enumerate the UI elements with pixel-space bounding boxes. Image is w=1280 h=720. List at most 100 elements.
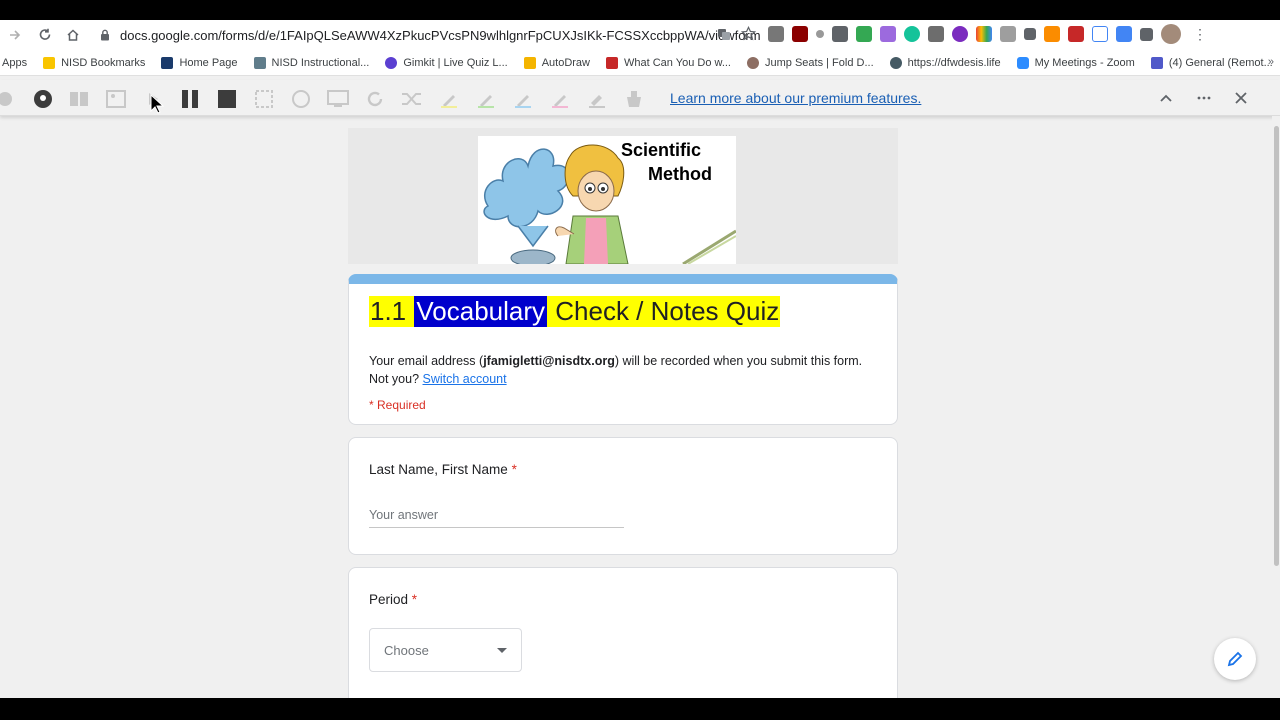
bookmark-label: (4) General (Remot... — [1168, 56, 1273, 69]
extension-icon-5[interactable] — [856, 26, 872, 42]
home-icon[interactable] — [60, 22, 86, 48]
extension-icon-7[interactable] — [904, 26, 920, 42]
extension-icon-6[interactable] — [880, 26, 896, 42]
browser-menu-icon[interactable]: ⋮ — [1193, 26, 1207, 43]
shuffle-icon[interactable] — [401, 88, 423, 110]
bookmark-favicon — [889, 56, 902, 69]
extension-icon-15[interactable] — [1092, 26, 1108, 42]
title-part-1: 1.1 — [369, 296, 415, 327]
required-note: * Required — [369, 398, 426, 412]
extension-icon-4[interactable] — [832, 26, 848, 42]
extension-icon-8[interactable] — [928, 26, 944, 42]
screenshot-reader-icon[interactable] — [253, 88, 275, 110]
bookmarks-bar: Apps NISD Bookmarks Home Page NISD Instr… — [0, 50, 1280, 76]
extension-icons: ⋮ — [768, 24, 1207, 44]
bookmark-label: Home Page — [179, 56, 238, 69]
email-address: jfamigletti@nisdtx.org — [483, 354, 615, 368]
bookmark-item[interactable]: Home Page — [153, 56, 245, 69]
highlighter-blue-icon[interactable] — [512, 88, 534, 110]
tool-icon-2[interactable] — [32, 88, 54, 110]
switch-account-link[interactable]: Switch account — [423, 372, 507, 386]
bookmark-item[interactable]: https://dfwdesis.life — [882, 56, 1009, 69]
extension-icon-3[interactable] — [816, 30, 824, 38]
question-label: Last Name, First Name * — [369, 462, 517, 477]
bookmark-item[interactable]: Jump Seats | Fold D... — [739, 56, 882, 69]
extensions-puzzle-icon[interactable] — [1140, 27, 1153, 41]
dropdown-arrow-icon — [497, 648, 507, 653]
bookmark-label: NISD Instructional... — [271, 56, 370, 69]
bookmark-item[interactable]: My Meetings - Zoom — [1009, 56, 1143, 69]
extension-icon-12[interactable] — [1024, 28, 1036, 40]
extension-toolbar: Learn more about our premium features. — [0, 80, 1280, 116]
stop-icon[interactable] — [216, 88, 238, 110]
browser-toolbar: docs.google.com/forms/d/e/1FAIpQLSeAWW4X… — [0, 20, 1280, 50]
bookmark-item[interactable]: AutoDraw — [516, 56, 598, 69]
title-part-3: Check / Notes Quiz — [547, 296, 781, 327]
bookmark-favicon — [385, 56, 398, 69]
bookmark-label: AutoDraw — [541, 56, 590, 69]
bookmark-favicon — [523, 56, 536, 69]
extension-icon-9[interactable] — [952, 26, 968, 42]
question-card-period: Period * Choose — [348, 567, 898, 707]
highlighter-pink-icon[interactable] — [549, 88, 571, 110]
extension-icon-1[interactable] — [768, 26, 784, 42]
bookmark-favicon — [161, 56, 174, 69]
scientific-method-illustration: Scientific Method — [478, 136, 737, 264]
extension-icon-10[interactable] — [976, 26, 992, 42]
pause-icon[interactable] — [179, 88, 201, 110]
screen: docs.google.com/forms/d/e/1FAIpQLSeAWW4X… — [0, 0, 1280, 720]
bookmark-item[interactable]: NISD Bookmarks — [35, 56, 153, 69]
bookmark-item[interactable]: NISD Instructional... — [246, 56, 378, 69]
bookmark-item[interactable]: Gimkit | Live Quiz L... — [377, 56, 515, 69]
form-header-image: Scientific Method — [348, 128, 898, 264]
extension-icon-13[interactable] — [1044, 26, 1060, 42]
star-icon[interactable] — [740, 25, 757, 44]
bookmark-label: NISD Bookmarks — [61, 56, 146, 69]
extension-icon-16[interactable] — [1116, 26, 1132, 42]
monitor-icon[interactable] — [327, 88, 349, 110]
close-icon[interactable] — [1230, 87, 1252, 109]
pencil-icon — [1227, 651, 1243, 667]
edit-pencil-button[interactable] — [1214, 638, 1256, 680]
tool-icon-1[interactable] — [0, 88, 18, 110]
address-bar[interactable]: docs.google.com/forms/d/e/1FAIpQLSeAWW4X… — [92, 22, 762, 48]
bookmark-item[interactable]: What Can You Do w... — [598, 56, 739, 69]
not-you-text: Not you? — [369, 372, 423, 386]
highlighter-yellow-icon[interactable] — [438, 88, 460, 110]
bookmark-favicon — [1016, 56, 1029, 69]
bookmark-label: Apps — [2, 56, 28, 69]
extension-icon-2[interactable] — [792, 26, 808, 42]
more-options-icon[interactable] — [1193, 87, 1215, 109]
name-answer-input[interactable]: Your answer — [369, 508, 624, 528]
header-image-text-line2: Method — [648, 164, 712, 184]
forward-icon[interactable] — [2, 22, 28, 48]
scrollbar-thumb[interactable] — [1274, 126, 1279, 566]
clear-highlights-icon[interactable] — [586, 88, 608, 110]
page-scrollbar[interactable] — [1272, 116, 1280, 698]
reload-icon[interactable] — [32, 22, 58, 48]
bookmark-item[interactable]: (4) General (Remot... — [1143, 56, 1280, 69]
translate-icon[interactable] — [717, 27, 731, 44]
bookmark-label: My Meetings - Zoom — [1034, 56, 1135, 69]
period-dropdown[interactable]: Choose — [369, 628, 522, 672]
collect-highlights-icon[interactable] — [623, 88, 645, 110]
title-part-2-selected: Vocabulary — [414, 296, 548, 327]
image-icon[interactable] — [105, 88, 127, 110]
highlighter-green-icon[interactable] — [475, 88, 497, 110]
lock-icon — [101, 29, 109, 41]
required-star: * — [411, 592, 418, 607]
url-text: docs.google.com/forms/d/e/1FAIpQLSeAWW4X… — [120, 27, 761, 43]
refresh-icon[interactable] — [364, 88, 386, 110]
book-icon[interactable] — [68, 88, 90, 110]
audio-icon[interactable] — [290, 88, 312, 110]
bookmark-item[interactable]: Apps — [0, 57, 35, 69]
window-bottom-edge — [0, 698, 1280, 720]
bookmarks-overflow-icon[interactable]: » — [1268, 56, 1274, 68]
profile-avatar[interactable] — [1161, 24, 1181, 44]
form-title: 1.1 Vocabulary Check / Notes Quiz — [369, 296, 781, 327]
premium-features-link[interactable]: Learn more about our premium features. — [670, 90, 921, 106]
chevron-up-icon[interactable] — [1155, 87, 1177, 109]
email-prefix: Your email address ( — [369, 354, 484, 368]
extension-icon-14[interactable] — [1068, 26, 1084, 42]
extension-icon-11[interactable] — [1000, 26, 1016, 42]
